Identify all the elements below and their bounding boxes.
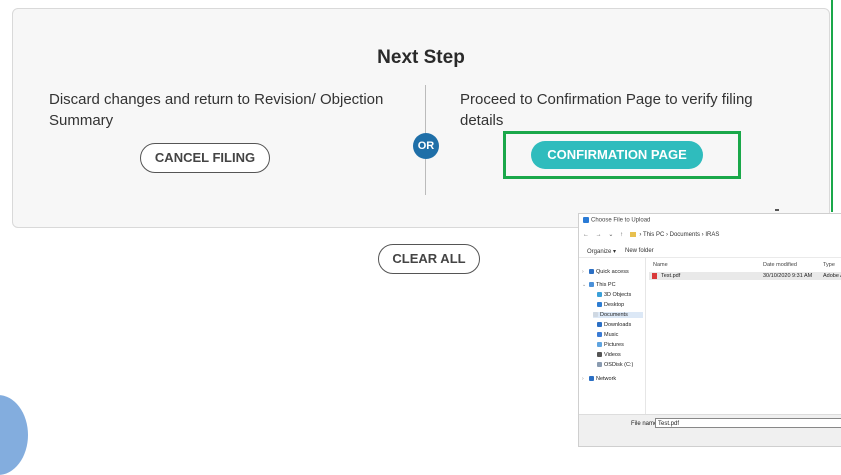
- decorative-shape: [0, 395, 28, 475]
- navigation-pane: › Quick access ⌄ This PC 3D Objects Desk…: [579, 258, 646, 418]
- divider-mark: [775, 209, 779, 211]
- recent-dropdown-icon[interactable]: ⌄: [608, 232, 613, 238]
- documents-icon: [593, 312, 598, 318]
- music-icon: [597, 332, 602, 338]
- navigation-bar: ← → ⌄ ↑ › This PC › Documents › IRAS: [583, 231, 841, 241]
- computer-icon: [589, 282, 594, 288]
- breadcrumb-iras[interactable]: IRAS: [705, 232, 719, 238]
- app-icon: [583, 217, 589, 223]
- dialog-title-bar: Choose File to Upload: [583, 217, 650, 224]
- star-icon: [589, 269, 594, 275]
- chevron-right-icon[interactable]: ›: [582, 269, 584, 275]
- discard-description: Discard changes and return to Revision/ …: [49, 91, 384, 129]
- sidebar-item-3d-objects[interactable]: 3D Objects: [597, 292, 631, 298]
- sidebar-item-music[interactable]: Music: [597, 332, 618, 338]
- chevron-right-icon[interactable]: ›: [582, 376, 584, 382]
- sidebar-item-this-pc[interactable]: This PC: [589, 282, 616, 288]
- sidebar-item-desktop[interactable]: Desktop: [597, 302, 624, 308]
- sidebar-item-documents[interactable]: Documents: [593, 312, 643, 318]
- download-icon: [597, 322, 602, 328]
- cube-icon: [597, 292, 602, 298]
- breadcrumb-separator: ›: [701, 232, 704, 238]
- desktop-icon: [597, 302, 602, 308]
- pictures-icon: [597, 342, 602, 348]
- clear-all-button[interactable]: CLEAR ALL: [378, 244, 480, 274]
- breadcrumb-separator: ›: [639, 232, 642, 238]
- sidebar-item-osdisk[interactable]: OSDisk (C:): [597, 362, 633, 368]
- or-badge: OR: [413, 133, 439, 159]
- sidebar-item-downloads[interactable]: Downloads: [597, 322, 631, 328]
- file-upload-dialog: Choose File to Upload ← → ⌄ ↑ › This PC …: [578, 213, 841, 447]
- column-header-type[interactable]: Type: [823, 262, 835, 268]
- file-list: Name Date modified Type Test.pdf 30/10/2…: [649, 258, 841, 418]
- proceed-description: Proceed to Confirmation Page to verify f…: [460, 91, 753, 129]
- forward-icon[interactable]: →: [596, 232, 602, 238]
- network-icon: [589, 376, 594, 382]
- chevron-down-icon[interactable]: ⌄: [582, 282, 586, 288]
- file-row[interactable]: Test.pdf 30/10/2020 9:31 AM Adobe A: [649, 272, 841, 280]
- dialog-footer: File name: Test.pdf: [579, 414, 841, 446]
- confirmation-page-button[interactable]: CONFIRMATION PAGE: [531, 141, 703, 169]
- file-name-input[interactable]: Test.pdf: [655, 418, 841, 428]
- pdf-file-icon: [652, 273, 657, 279]
- sidebar-item-quick-access[interactable]: Quick access: [589, 269, 629, 275]
- breadcrumb-separator: ›: [665, 232, 668, 238]
- cancel-filing-button[interactable]: CANCEL FILING: [140, 143, 270, 173]
- next-step-panel: Next Step Discard changes and return to …: [12, 8, 830, 228]
- file-type-cell: Adobe A: [823, 273, 841, 279]
- disk-icon: [597, 362, 602, 368]
- column-header-date[interactable]: Date modified: [763, 262, 797, 268]
- up-icon[interactable]: ↑: [620, 232, 623, 238]
- breadcrumb-this-pc[interactable]: This PC: [643, 232, 664, 238]
- file-date-cell: 30/10/2020 9:31 AM: [763, 273, 813, 279]
- new-folder-button[interactable]: New folder: [625, 248, 654, 254]
- back-icon[interactable]: ←: [583, 232, 589, 238]
- organize-menu[interactable]: Organize ▾: [587, 248, 616, 255]
- sidebar-item-pictures[interactable]: Pictures: [597, 342, 624, 348]
- file-name-cell: Test.pdf: [661, 273, 681, 279]
- breadcrumb-documents[interactable]: Documents: [670, 232, 700, 238]
- column-header-name[interactable]: Name: [653, 262, 668, 268]
- folder-icon: [629, 231, 636, 237]
- sidebar-item-network[interactable]: Network: [589, 376, 616, 382]
- dialog-toolbar: Organize ▾ New folder: [579, 245, 841, 258]
- video-icon: [597, 352, 602, 358]
- sidebar-item-videos[interactable]: Videos: [597, 352, 621, 358]
- highlight-line: [831, 0, 833, 212]
- dialog-title: Choose File to Upload: [591, 217, 651, 224]
- next-step-title: Next Step: [377, 47, 465, 68]
